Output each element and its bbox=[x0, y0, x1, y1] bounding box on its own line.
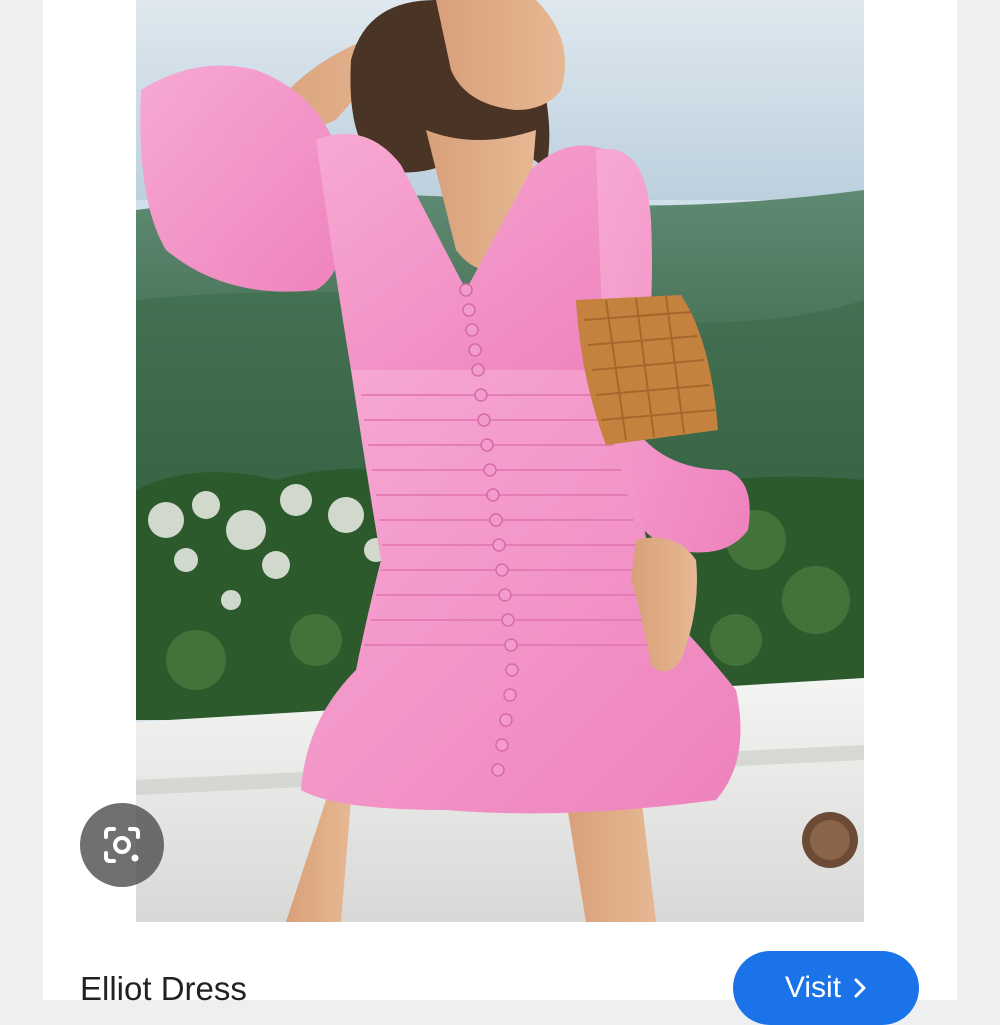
product-title[interactable]: Elliot Dress bbox=[80, 970, 247, 1008]
visit-button[interactable]: Visit bbox=[733, 951, 919, 1025]
google-lens-icon bbox=[104, 827, 140, 863]
product-photo[interactable] bbox=[136, 0, 864, 922]
google-lens-button[interactable] bbox=[80, 803, 164, 887]
